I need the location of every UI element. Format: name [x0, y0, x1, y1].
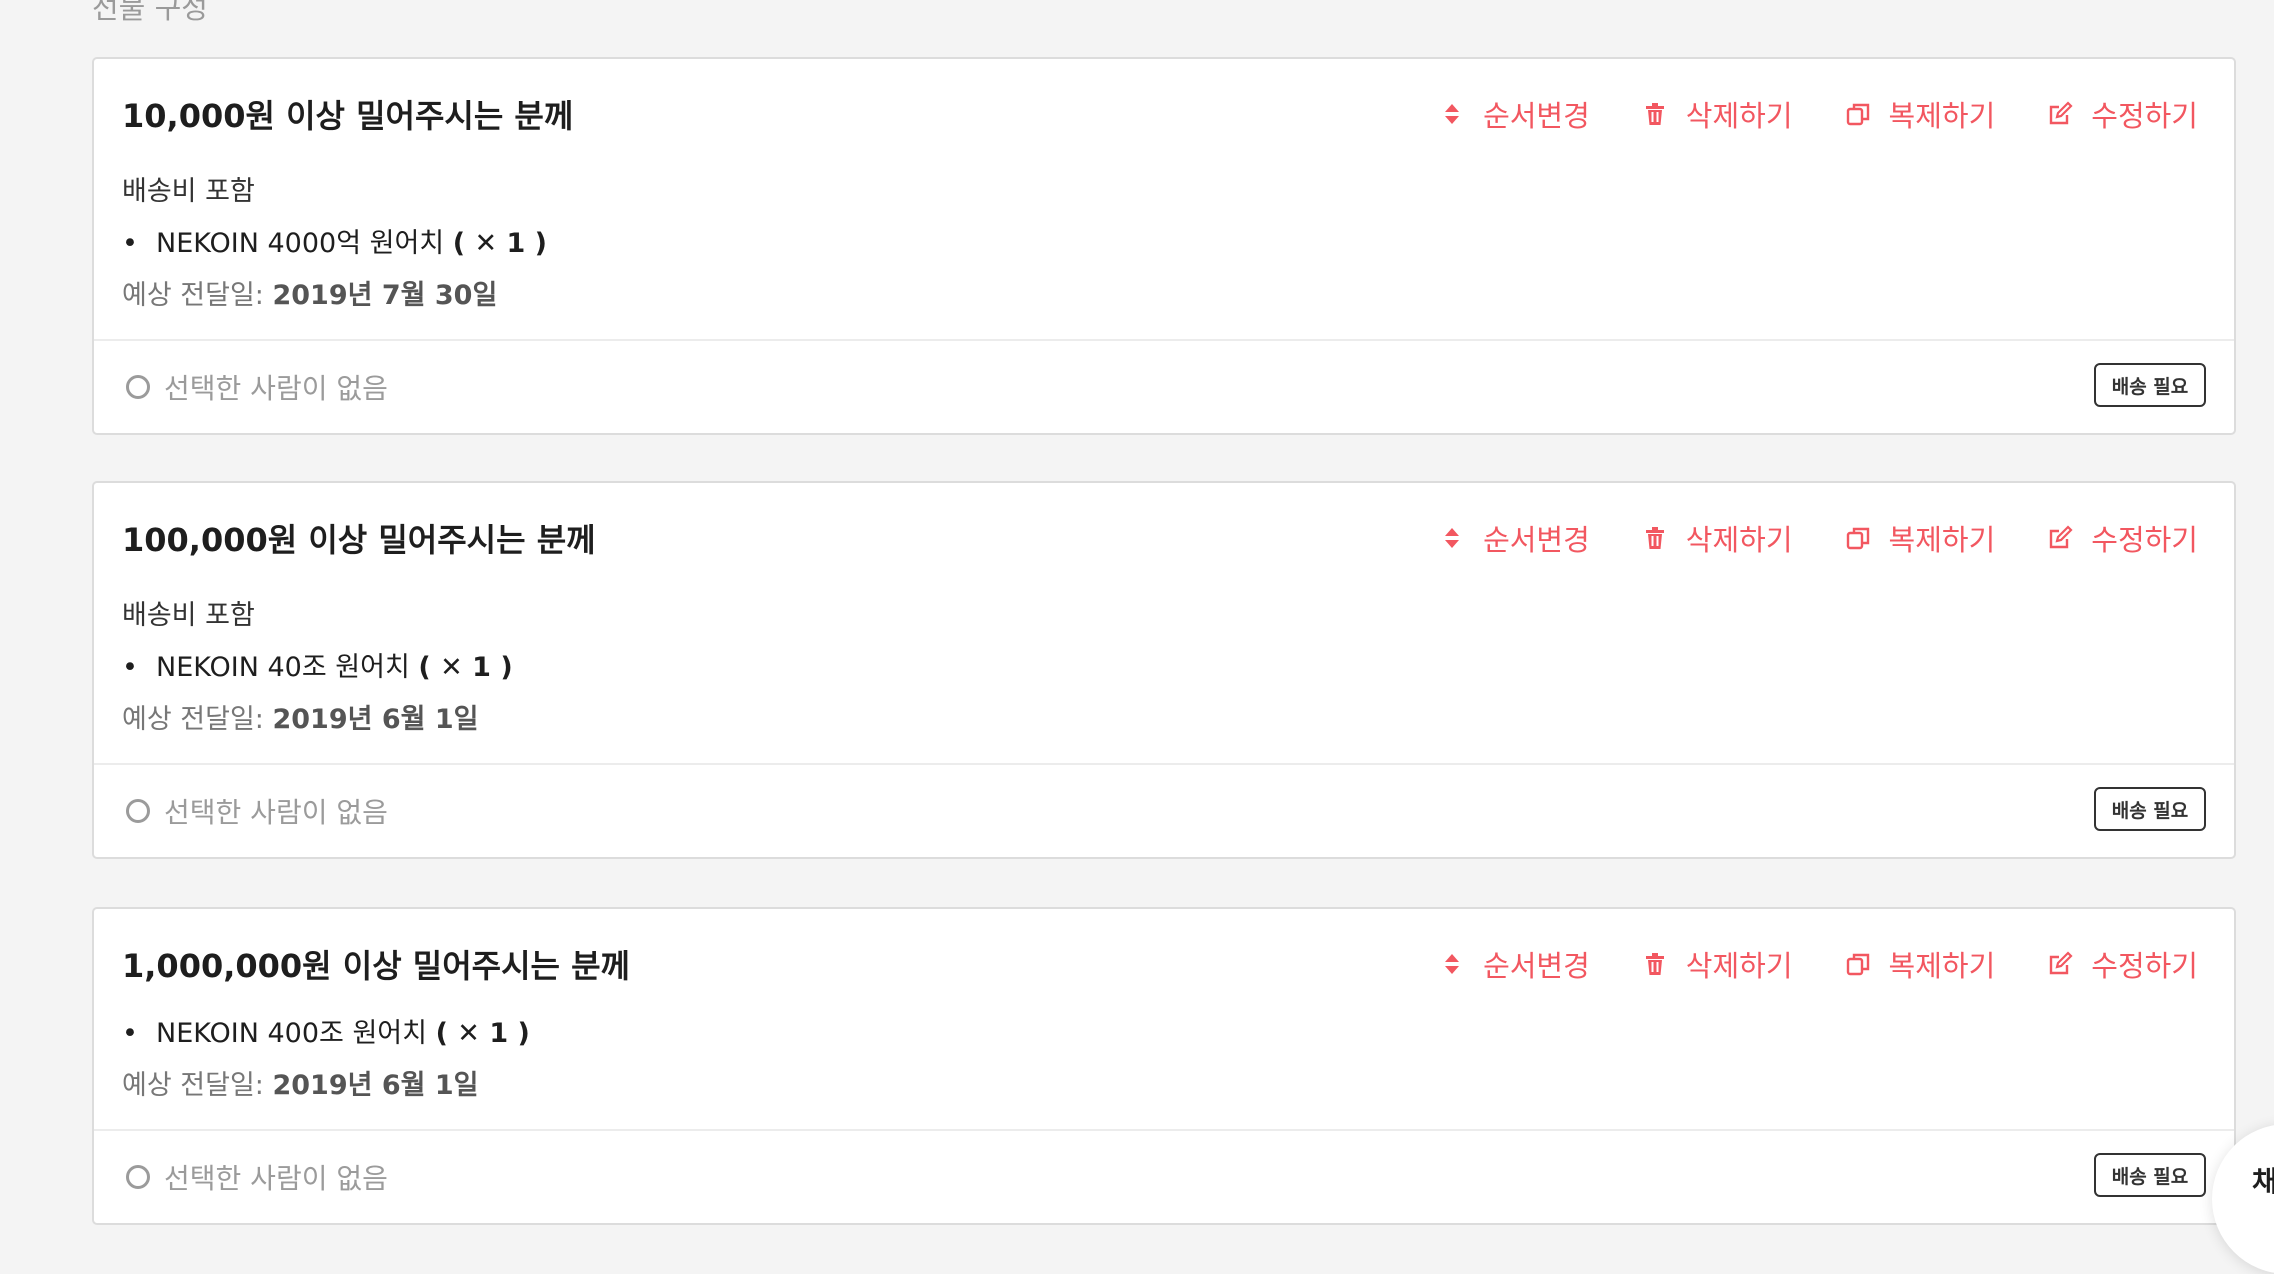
circle-icon: [126, 1165, 150, 1189]
delivery-date-value: 2019년 6월 1일: [272, 1070, 479, 1101]
delivery-date: 예상 전달일: 2019년 6월 1일: [122, 1063, 479, 1102]
backer-text: 선택한 사람이 없음: [164, 796, 388, 829]
shipping-required-tag: 배송 필요: [2094, 363, 2206, 407]
delivery-label: 예상 전달일:: [122, 704, 264, 735]
duplicate-button[interactable]: 복제하기: [1845, 517, 1996, 559]
reorder-button[interactable]: 순서변경: [1439, 93, 1590, 135]
circle-icon: [126, 799, 150, 823]
sort-icon: [1445, 528, 1460, 548]
delivery-date-value: 2019년 6월 1일: [272, 704, 479, 735]
delete-label: 삭제하기: [1685, 99, 1793, 133]
reorder-label: 순서변경: [1483, 949, 1590, 983]
item-name: NEKOIN 40조 원어치: [156, 652, 410, 683]
shipping-required-tag: 배송 필요: [2094, 787, 2206, 831]
edit-button[interactable]: 수정하기: [2047, 517, 2198, 559]
circle-icon: [126, 375, 150, 399]
reorder-button[interactable]: 순서변경: [1439, 943, 1590, 985]
edit-button[interactable]: 수정하기: [2047, 93, 2198, 135]
card-footer: 선택한 사람이 없음 배송 필요: [94, 339, 2234, 433]
edit-label: 수정하기: [2091, 949, 2198, 983]
section-title: 선물 구성: [92, 0, 208, 25]
delete-label: 삭제하기: [1685, 523, 1793, 557]
delete-button[interactable]: 삭제하기: [1642, 943, 1793, 985]
card-header: 1,000,000원 이상 밀어주시는 분께 순서변경 삭제하기 복제하기 수정…: [122, 935, 2198, 991]
backer-text: 선택한 사람이 없음: [164, 1162, 388, 1195]
copy-icon: [1846, 103, 1869, 126]
shipping-note: 배송비 포함: [122, 600, 255, 631]
edit-icon: [2050, 525, 2073, 549]
edit-label: 수정하기: [2091, 523, 2198, 557]
trash-icon: [1645, 527, 1664, 549]
card-header: 10,000원 이상 밀어주시는 분께 순서변경 삭제하기 복제하기 수정하기: [122, 85, 2198, 141]
card-footer: 선택한 사람이 없음 배송 필요: [94, 763, 2234, 857]
floating-button-label: 채: [2252, 1165, 2274, 1198]
copy-icon: [1846, 953, 1869, 976]
reward-title: 100,000원 이상 밀어주시는 분께: [122, 521, 596, 559]
reward-card: 100,000원 이상 밀어주시는 분께 순서변경 삭제하기 복제하기 수정하기…: [92, 481, 2236, 859]
edit-button[interactable]: 수정하기: [2047, 943, 2198, 985]
reward-item: • NEKOIN 4000억 원어치 ( ✕ 1 ): [122, 221, 547, 260]
reorder-label: 순서변경: [1483, 523, 1590, 557]
backer-count: 선택한 사람이 없음: [126, 367, 388, 407]
delete-button[interactable]: 삭제하기: [1642, 517, 1793, 559]
item-quantity: ( ✕ 1 ): [435, 1018, 530, 1049]
trash-icon: [1645, 103, 1664, 125]
backer-count: 선택한 사람이 없음: [126, 791, 388, 831]
shipping-required-tag: 배송 필요: [2094, 1153, 2206, 1197]
delivery-date: 예상 전달일: 2019년 7월 30일: [122, 273, 497, 312]
duplicate-button[interactable]: 복제하기: [1845, 943, 1996, 985]
card-actions: 순서변경 삭제하기 복제하기 수정하기: [1387, 943, 2198, 985]
trash-icon: [1645, 953, 1664, 975]
reorder-label: 순서변경: [1483, 99, 1590, 133]
delete-label: 삭제하기: [1685, 949, 1793, 983]
sort-icon: [1445, 104, 1460, 124]
delivery-date-value: 2019년 7월 30일: [272, 280, 498, 311]
delivery-label: 예상 전달일:: [122, 1070, 264, 1101]
item-name: NEKOIN 4000억 원어치: [156, 228, 445, 259]
delete-button[interactable]: 삭제하기: [1642, 93, 1793, 135]
reward-title: 10,000원 이상 밀어주시는 분께: [122, 97, 574, 135]
card-actions: 순서변경 삭제하기 복제하기 수정하기: [1387, 517, 2198, 559]
delivery-label: 예상 전달일:: [122, 280, 264, 311]
delivery-date: 예상 전달일: 2019년 6월 1일: [122, 697, 479, 736]
bullet: •: [122, 228, 138, 259]
item-quantity: ( ✕ 1 ): [452, 228, 548, 259]
edit-label: 수정하기: [2091, 99, 2198, 133]
reorder-button[interactable]: 순서변경: [1439, 517, 1590, 559]
reward-card: 1,000,000원 이상 밀어주시는 분께 순서변경 삭제하기 복제하기 수정…: [92, 907, 2236, 1225]
duplicate-label: 복제하기: [1888, 949, 1996, 983]
reward-card: 10,000원 이상 밀어주시는 분께 순서변경 삭제하기 복제하기 수정하기 …: [92, 57, 2236, 435]
reward-item: • NEKOIN 40조 원어치 ( ✕ 1 ): [122, 645, 513, 684]
sort-icon: [1445, 954, 1460, 974]
reward-item: • NEKOIN 400조 원어치 ( ✕ 1 ): [122, 1011, 530, 1050]
bullet: •: [122, 1018, 138, 1049]
duplicate-button[interactable]: 복제하기: [1845, 93, 1996, 135]
backer-count: 선택한 사람이 없음: [126, 1157, 388, 1197]
duplicate-label: 복제하기: [1888, 523, 1996, 557]
item-name: NEKOIN 400조 원어치: [156, 1018, 427, 1049]
edit-icon: [2050, 951, 2073, 975]
item-quantity: ( ✕ 1 ): [418, 652, 513, 683]
shipping-note: 배송비 포함: [122, 176, 255, 207]
bullet: •: [122, 652, 138, 683]
card-actions: 순서변경 삭제하기 복제하기 수정하기: [1387, 93, 2198, 135]
duplicate-label: 복제하기: [1888, 99, 1996, 133]
card-footer: 선택한 사람이 없음 배송 필요: [94, 1129, 2234, 1223]
edit-icon: [2050, 101, 2073, 125]
copy-icon: [1846, 527, 1869, 550]
reward-title: 1,000,000원 이상 밀어주시는 분께: [122, 947, 630, 985]
card-header: 100,000원 이상 밀어주시는 분께 순서변경 삭제하기 복제하기 수정하기: [122, 509, 2198, 565]
backer-text: 선택한 사람이 없음: [164, 372, 388, 405]
